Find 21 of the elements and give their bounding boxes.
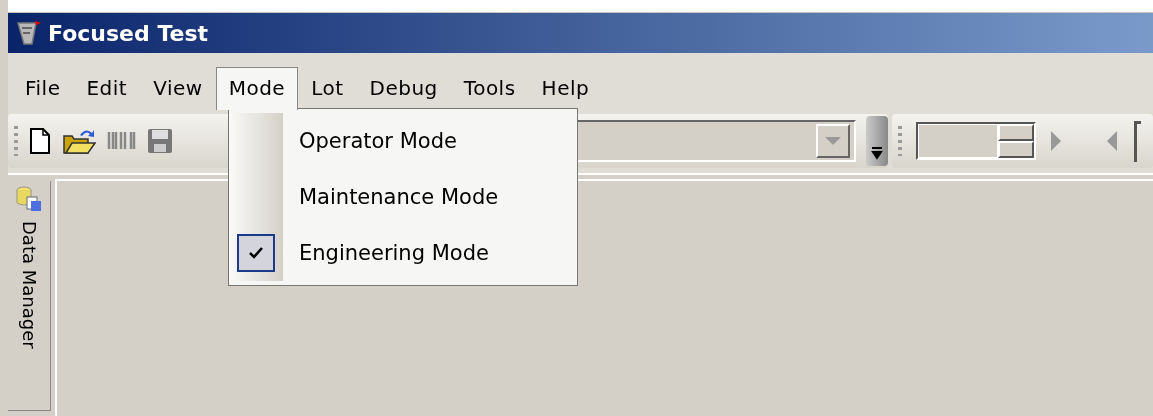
chevron-down-icon	[870, 146, 884, 160]
menu-item[interactable]: File	[12, 67, 74, 109]
menu-item[interactable]: Mode	[215, 67, 299, 110]
menu-item[interactable]: Lot	[298, 67, 357, 109]
app-icon	[16, 20, 42, 46]
menu-item[interactable]: Edit	[73, 67, 141, 109]
menu-option[interactable]: Maintenance Mode	[229, 169, 577, 225]
side-tab[interactable]: Data Manager	[8, 181, 51, 411]
menu-item[interactable]: View	[140, 67, 216, 109]
save-icon[interactable]	[146, 127, 174, 155]
new-file-icon[interactable]	[28, 127, 52, 155]
database-icon	[16, 185, 42, 213]
menu-item[interactable]: Help	[528, 67, 603, 109]
input-field[interactable]	[1134, 120, 1141, 162]
dropdown-arrow-icon	[823, 136, 843, 146]
toolbar-overflow-button[interactable]	[866, 116, 888, 166]
spin-field[interactable]	[916, 122, 1036, 160]
menu-option[interactable]: Engineering Mode	[229, 225, 577, 281]
window-title: Focused Test	[48, 20, 208, 46]
menu-item[interactable]: Tools	[450, 67, 529, 109]
menu-item[interactable]: Debug	[356, 67, 451, 109]
